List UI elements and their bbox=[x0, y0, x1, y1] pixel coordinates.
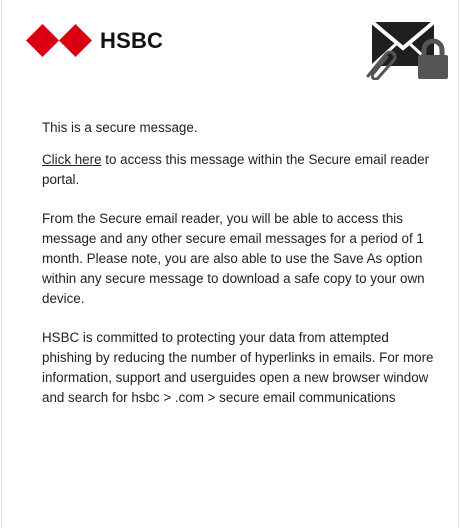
access-paragraph: Click here to access this message within… bbox=[42, 150, 442, 190]
email-body: HSBC This is a secure message. Click her… bbox=[1, 0, 459, 528]
secure-reader-paragraph: From the Secure email reader, you will b… bbox=[42, 211, 425, 306]
click-here-link[interactable]: Click here bbox=[42, 152, 102, 167]
hsbc-logo-icon bbox=[26, 24, 92, 57]
brand-header: HSBC bbox=[26, 24, 163, 57]
brand-name: HSBC bbox=[100, 27, 164, 53]
message-content: This is a secure message. Click here to … bbox=[42, 118, 442, 427]
intro-text: This is a secure message. bbox=[42, 120, 198, 135]
secure-mail-lock-icon bbox=[366, 20, 448, 80]
phishing-notice-paragraph: HSBC is committed to protecting your dat… bbox=[42, 330, 434, 405]
